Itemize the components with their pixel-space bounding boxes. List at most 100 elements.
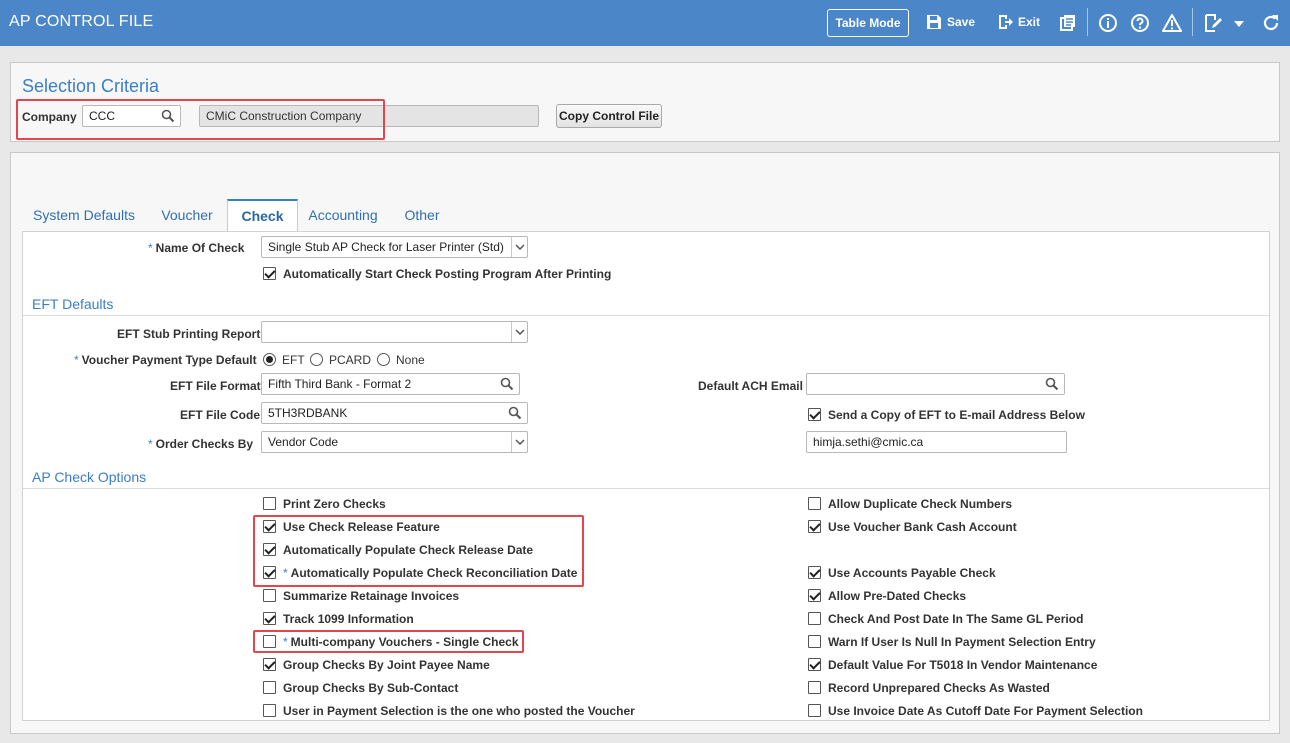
warning-icon[interactable] [1162,13,1182,33]
use-check-release-checkbox[interactable] [263,520,276,533]
use-voucher-bank-cash-label: Use Voucher Bank Cash Account [828,520,1017,534]
warn-user-null-checkbox[interactable] [808,635,821,648]
auto-start-posting-label: Automatically Start Check Posting Progra… [283,267,612,281]
export-icon[interactable] [1058,13,1078,33]
ap-check-options-title: AP Check Options [32,469,147,485]
record-unprepared-checkbox[interactable] [808,681,821,694]
use-ap-check-label: Use Accounts Payable Check [828,566,996,580]
print-zero-checks-label: Print Zero Checks [283,497,386,511]
section-divider [23,315,1269,316]
multi-company-vouchers-label: * Multi-company Vouchers - Single Check [283,635,519,649]
user-posted-voucher-label: User in Payment Selection is the one who… [283,704,635,718]
exit-icon [999,15,1013,29]
auto-populate-release-date-checkbox[interactable] [263,543,276,556]
search-icon[interactable] [161,109,175,123]
same-gl-period-checkbox[interactable] [808,612,821,625]
track-1099-label: Track 1099 Information [283,612,414,626]
payment-type-none-radio[interactable] [377,353,390,366]
multi-company-vouchers-checkbox[interactable] [263,635,276,648]
header-separator [1192,8,1193,36]
save-label: Save [947,15,976,29]
allow-pre-dated-label: Allow Pre-Dated Checks [828,589,967,603]
send-copy-eft-checkbox[interactable] [808,408,821,421]
order-checks-label: * Order Checks By [148,437,254,451]
use-voucher-bank-cash-checkbox[interactable] [808,520,821,533]
header-separator [1087,8,1088,36]
company-name-field: CMiC Construction Company [199,105,539,127]
tab-check[interactable]: Check [227,199,298,231]
allow-pre-dated-checkbox[interactable] [808,589,821,602]
exit-label: Exit [1018,15,1041,29]
user-posted-voucher-checkbox[interactable] [263,704,276,717]
payment-type-none-label: None [396,353,425,367]
auto-populate-reconciliation-date-checkbox[interactable] [263,566,276,579]
ach-email-label: Default ACH Email [698,379,803,393]
eft-stub-report-select[interactable] [261,321,528,343]
use-check-release-label: Use Check Release Feature [283,520,440,534]
copy-control-file-button[interactable]: Copy Control File [556,104,662,128]
allow-duplicate-check-numbers-checkbox[interactable] [808,497,821,510]
allow-duplicate-check-numbers-label: Allow Duplicate Check Numbers [828,497,1013,511]
default-t5018-checkbox[interactable] [808,658,821,671]
selection-criteria-panel: Selection Criteria Company CCC CMiC Cons… [10,62,1280,142]
tab-voucher[interactable]: Voucher [151,199,223,231]
chevron-down-icon[interactable] [511,432,527,452]
main-panel: System Defaults Voucher Check Accounting… [10,152,1280,734]
use-ap-check-checkbox[interactable] [808,566,821,579]
search-icon[interactable] [500,377,514,391]
payment-type-label: * Voucher Payment Type Default [74,353,257,367]
table-mode-button[interactable]: Table Mode [827,9,909,37]
exit-button[interactable]: Exit [997,14,1040,30]
summarize-retainage-checkbox[interactable] [263,589,276,602]
selection-criteria-title: Selection Criteria [22,76,160,96]
save-icon [927,15,941,29]
print-zero-checks-checkbox[interactable] [263,497,276,510]
help-icon[interactable] [1130,13,1150,33]
payment-type-pcard-radio[interactable] [310,353,323,366]
app-header: AP CONTROL FILE Table Mode Save Exit [0,0,1290,46]
info-icon[interactable] [1098,13,1118,33]
record-unprepared-label: Record Unprepared Checks As Wasted [828,681,1050,695]
refresh-icon[interactable] [1261,13,1281,33]
send-copy-eft-label: Send a Copy of EFT to E-mail Address Bel… [828,408,1085,422]
group-sub-contact-checkbox[interactable] [263,681,276,694]
eft-file-format-input[interactable]: Fifth Third Bank - Format 2 [261,373,520,395]
group-joint-payee-checkbox[interactable] [263,658,276,671]
auto-start-posting-checkbox[interactable] [263,267,276,280]
invoice-date-cutoff-checkbox[interactable] [808,704,821,717]
edit-note-icon[interactable] [1203,13,1223,33]
name-of-check-label: * Name Of Check [148,241,245,255]
eft-file-code-input[interactable]: 5TH3RDBANK [261,402,528,424]
order-checks-select[interactable]: Vendor Code [261,431,528,453]
company-label: Company [22,110,77,124]
name-of-check-select[interactable]: Single Stub AP Check for Laser Printer (… [261,236,528,258]
warn-user-null-label: Warn If User Is Null In Payment Selectio… [828,635,1096,649]
invoice-date-cutoff-label: Use Invoice Date As Cutoff Date For Paym… [828,704,1143,718]
track-1099-checkbox[interactable] [263,612,276,625]
page-title: AP CONTROL FILE [9,13,154,30]
auto-populate-release-date-label: Automatically Populate Check Release Dat… [283,543,534,557]
group-sub-contact-label: Group Checks By Sub-Contact [283,681,459,695]
eft-defaults-title: EFT Defaults [32,296,114,312]
tab-system-defaults[interactable]: System Defaults [25,199,143,231]
save-button[interactable]: Save [926,14,975,30]
company-value: CCC [89,109,115,123]
payment-type-eft-radio[interactable] [263,353,276,366]
eft-file-code-label: EFT File Code [180,408,261,422]
chevron-down-icon[interactable] [511,322,527,342]
company-input[interactable]: CCC [82,105,181,127]
auto-populate-reconciliation-date-label: * Automatically Populate Check Reconcilia… [283,566,578,580]
search-icon[interactable] [1045,377,1059,391]
email-input[interactable]: himja.sethi@cmic.ca [806,431,1067,453]
chevron-down-icon[interactable] [1229,13,1249,33]
tab-accounting[interactable]: Accounting [302,199,384,231]
search-icon[interactable] [508,406,522,420]
tab-other[interactable]: Other [396,199,448,231]
ach-email-input[interactable] [806,373,1065,395]
chevron-down-icon[interactable] [511,237,527,257]
same-gl-period-label: Check And Post Date In The Same GL Perio… [828,612,1084,626]
eft-stub-report-label: EFT Stub Printing Report [117,327,261,341]
check-tab-content: * Name Of Check Single Stub AP Check for … [22,231,1270,721]
summarize-retainage-label: Summarize Retainage Invoices [283,589,460,603]
group-joint-payee-label: Group Checks By Joint Payee Name [283,658,490,672]
